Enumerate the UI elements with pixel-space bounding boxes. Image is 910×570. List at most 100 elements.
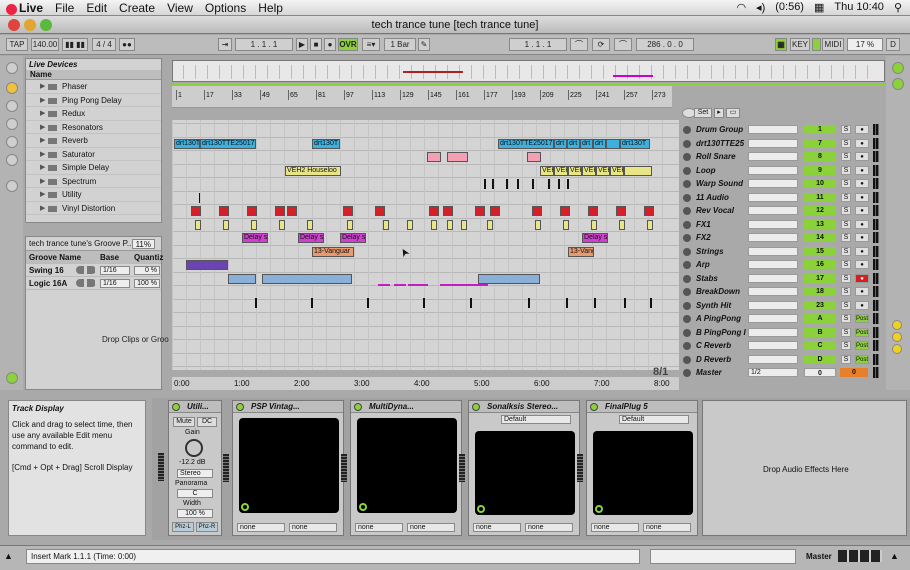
- audio-clip[interactable]: [407, 219, 413, 230]
- track-input-select[interactable]: [748, 233, 798, 242]
- track-header[interactable]: BreakDown 18 S ●: [680, 285, 880, 299]
- overview-toggle-icon[interactable]: [6, 372, 18, 384]
- audio-clip[interactable]: [532, 206, 542, 216]
- audio-clip[interactable]: [343, 206, 353, 216]
- post-button[interactable]: Post: [855, 327, 869, 337]
- set-locator-button[interactable]: Set: [694, 108, 712, 118]
- track-number[interactable]: 7: [804, 138, 836, 148]
- track-play-icon[interactable]: [683, 153, 691, 161]
- quantize-menu-icon[interactable]: ≡▾: [362, 38, 380, 51]
- track-number[interactable]: 14: [804, 233, 836, 242]
- sidechain-select[interactable]: none: [473, 523, 521, 532]
- nudge-buttons[interactable]: ▮▮ ▮▮: [62, 38, 88, 51]
- track-header[interactable]: 11 Audio 11 S ●: [680, 191, 880, 205]
- groove-hot-swap-icon[interactable]: [76, 266, 96, 274]
- audio-clip[interactable]: [616, 206, 626, 216]
- expand-triangle-icon[interactable]: ▶: [40, 134, 45, 148]
- audio-clip[interactable]: 13-Vanguar: [312, 246, 354, 257]
- track-header[interactable]: Synth Hit 23 S ●: [680, 299, 880, 313]
- track-play-icon[interactable]: [683, 328, 691, 337]
- track-play-icon[interactable]: [683, 166, 691, 175]
- loop-length-field[interactable]: 286 . 0 . 0: [636, 38, 694, 51]
- track-play-icon[interactable]: [683, 234, 691, 242]
- arrangement-overview[interactable]: [172, 60, 885, 82]
- expand-triangle-icon[interactable]: ▶: [40, 94, 45, 108]
- arrangement-position[interactable]: 1 . 1 . 1: [235, 38, 293, 51]
- tap-button[interactable]: TAP: [6, 38, 28, 51]
- expand-triangle-icon[interactable]: ▶: [40, 80, 45, 94]
- plugin-header[interactable]: PSP Vintag...: [233, 401, 343, 413]
- arm-button[interactable]: ●: [855, 179, 869, 188]
- utility-power-icon[interactable]: [172, 403, 180, 411]
- track-play-icon[interactable]: [683, 180, 691, 188]
- audio-clip[interactable]: [427, 152, 441, 162]
- channel-mode-select[interactable]: Stereo: [177, 469, 213, 478]
- track-input-select[interactable]: [748, 260, 798, 269]
- punch-in-icon[interactable]: ⌒: [570, 38, 588, 51]
- audio-clip[interactable]: VEH: [582, 165, 596, 176]
- menu-options[interactable]: Options: [205, 1, 246, 15]
- audio-clip[interactable]: VEH: [554, 165, 568, 176]
- locator-icon[interactable]: ▭: [726, 108, 740, 118]
- plugin-power-icon[interactable]: [590, 403, 598, 411]
- audio-clip[interactable]: [606, 138, 620, 149]
- expand-triangle-icon[interactable]: ▶: [40, 202, 45, 216]
- track-number[interactable]: 16: [804, 260, 836, 269]
- arm-button[interactable]: ●: [855, 246, 869, 256]
- browser-column-name[interactable]: Name: [26, 70, 161, 80]
- plugin-edit-icon[interactable]: [359, 503, 367, 511]
- signature-field[interactable]: 4 / 4: [92, 38, 116, 51]
- solo-button[interactable]: S: [841, 233, 851, 242]
- browser-item[interactable]: ▶ Ping Pong Delay: [26, 94, 161, 108]
- midi-clip[interactable]: Delay s: [298, 233, 324, 243]
- stop-button[interactable]: ■: [310, 38, 322, 51]
- metronome-button[interactable]: ●●: [119, 38, 135, 51]
- solo-button[interactable]: S: [841, 125, 851, 134]
- plugin-display[interactable]: [357, 418, 457, 513]
- track-number[interactable]: 8: [804, 152, 836, 161]
- browser-item[interactable]: ▶ Reverb: [26, 134, 161, 148]
- track-input-select[interactable]: [748, 300, 798, 310]
- track-play-icon[interactable]: [683, 220, 691, 229]
- plugin-power-icon[interactable]: [354, 403, 362, 411]
- audio-clip[interactable]: [375, 206, 385, 216]
- solo-button[interactable]: S: [841, 260, 851, 269]
- audio-clip[interactable]: [429, 206, 439, 216]
- audio-clip[interactable]: [644, 206, 654, 216]
- record-button[interactable]: ●: [324, 38, 336, 51]
- audio-clip[interactable]: [223, 219, 229, 230]
- utility-header[interactable]: Utili...: [169, 401, 221, 413]
- plugin-edit-icon[interactable]: [477, 505, 485, 513]
- menu-create[interactable]: Create: [119, 1, 155, 15]
- audio-clip[interactable]: [219, 206, 229, 216]
- browser-item[interactable]: ▶ Utility: [26, 188, 161, 202]
- loop-start-field[interactable]: 1 . 1 . 1: [509, 38, 567, 51]
- sidechain-select[interactable]: none: [525, 523, 573, 532]
- places-icon-4[interactable]: [6, 180, 18, 192]
- track-number[interactable]: 9: [804, 165, 836, 175]
- track-input-select[interactable]: [748, 138, 798, 148]
- follow-button[interactable]: ⇥: [218, 38, 232, 51]
- midi-clip[interactable]: Delay s: [242, 233, 268, 243]
- global-groove-amount[interactable]: 11%: [131, 239, 155, 249]
- track-number[interactable]: 13: [804, 219, 836, 229]
- audio-clip[interactable]: [619, 219, 625, 230]
- flag-icon[interactable]: ▦: [814, 1, 824, 14]
- post-button[interactable]: Post: [855, 314, 869, 323]
- io-toggle-icon[interactable]: [892, 62, 904, 74]
- sidechain-select[interactable]: none: [355, 523, 403, 532]
- audio-clip[interactable]: VEH: [540, 165, 554, 176]
- midi-clip[interactable]: Delay s: [340, 233, 366, 243]
- audio-clip[interactable]: drt: [580, 138, 593, 149]
- track-number[interactable]: 15: [804, 246, 836, 256]
- audio-clip[interactable]: [490, 206, 500, 216]
- track-input-select[interactable]: [748, 192, 798, 202]
- sidechain-select[interactable]: none: [407, 523, 455, 532]
- solo-button[interactable]: S: [841, 287, 851, 296]
- audio-clip[interactable]: VEH2 H: [610, 165, 624, 176]
- solo-button[interactable]: S: [841, 341, 851, 350]
- groove-hot-swap-icon[interactable]: [76, 279, 96, 287]
- track-header[interactable]: Loop 9 S ●: [680, 164, 880, 178]
- phase-left-button[interactable]: Phz-L: [172, 522, 194, 532]
- arm-button[interactable]: ●: [855, 300, 869, 310]
